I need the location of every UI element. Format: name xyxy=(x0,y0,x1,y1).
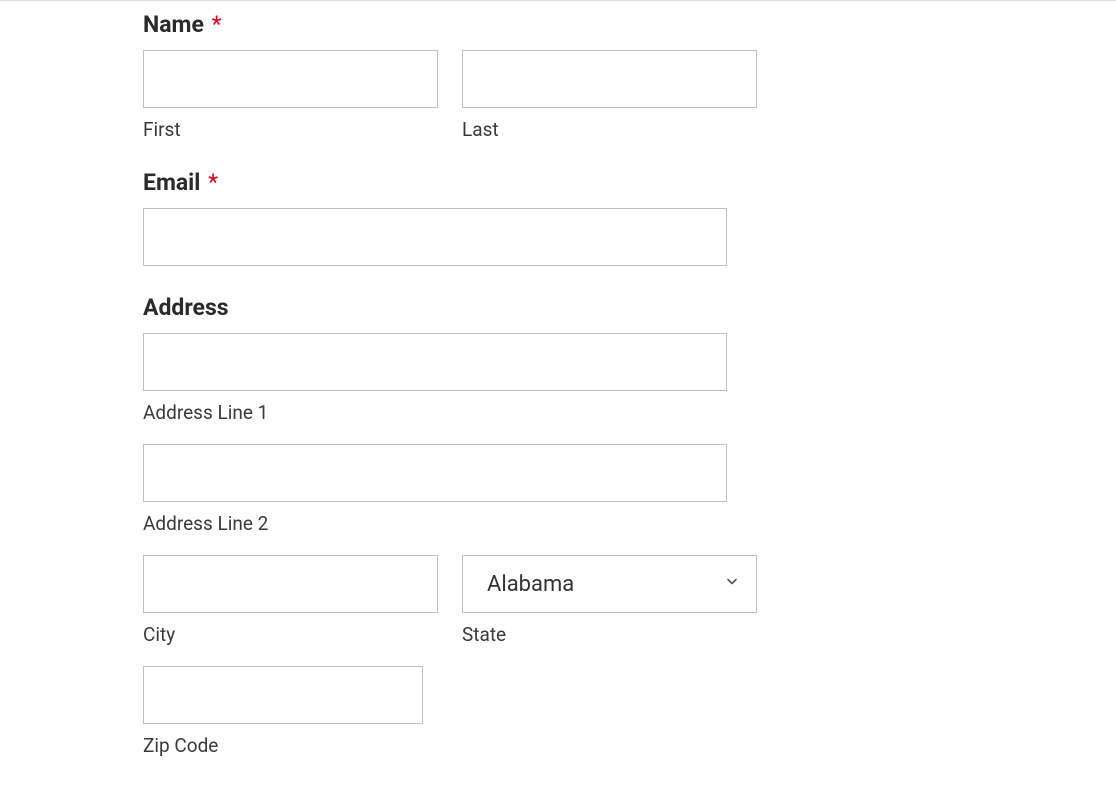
email-input[interactable] xyxy=(143,208,727,266)
last-name-input[interactable] xyxy=(462,50,757,108)
email-label-text: Email xyxy=(143,169,200,196)
chevron-down-icon xyxy=(724,574,740,595)
state-selected-value: Alabama xyxy=(479,572,740,597)
required-mark-icon: * xyxy=(212,11,222,38)
last-name-sublabel: Last xyxy=(462,118,757,141)
zip-input[interactable] xyxy=(143,666,423,724)
required-mark-icon: * xyxy=(208,169,218,196)
state-select[interactable]: Alabama xyxy=(462,555,757,613)
email-field-group: Email * xyxy=(143,169,757,266)
address-field-group: Address Address Line 1 Address Line 2 Ci… xyxy=(143,294,757,757)
name-field-group: Name * First Last xyxy=(143,11,757,141)
first-name-input[interactable] xyxy=(143,50,438,108)
name-label: Name * xyxy=(143,11,757,38)
email-label: Email * xyxy=(143,169,757,196)
address-label-text: Address xyxy=(143,294,229,321)
city-sublabel: City xyxy=(143,623,438,646)
contact-form: Name * First Last Email * Address xyxy=(0,1,900,805)
state-sublabel: State xyxy=(462,623,757,646)
address-label: Address xyxy=(143,294,757,321)
address-line1-sublabel: Address Line 1 xyxy=(143,401,727,424)
address-line1-input[interactable] xyxy=(143,333,727,391)
address-line2-sublabel: Address Line 2 xyxy=(143,512,727,535)
zip-sublabel: Zip Code xyxy=(143,734,423,757)
name-label-text: Name xyxy=(143,11,204,38)
city-input[interactable] xyxy=(143,555,438,613)
address-line2-input[interactable] xyxy=(143,444,727,502)
first-name-sublabel: First xyxy=(143,118,438,141)
